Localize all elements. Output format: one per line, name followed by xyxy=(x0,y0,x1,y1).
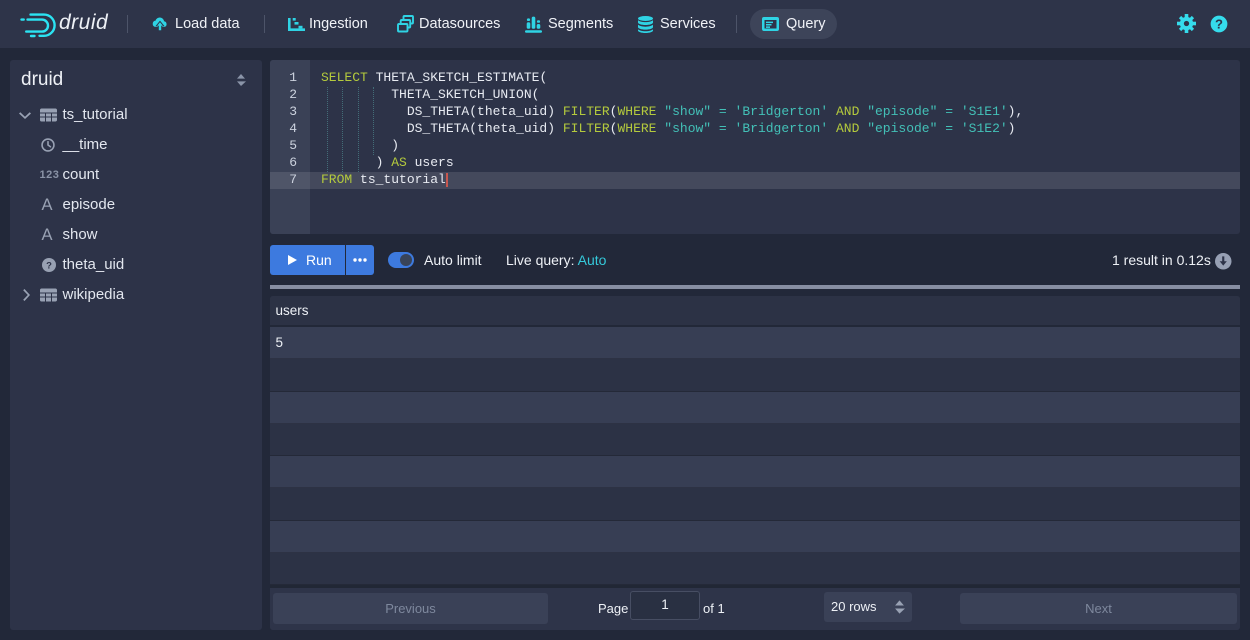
svg-text:?: ? xyxy=(1215,17,1223,32)
svg-text:?: ? xyxy=(46,260,52,271)
